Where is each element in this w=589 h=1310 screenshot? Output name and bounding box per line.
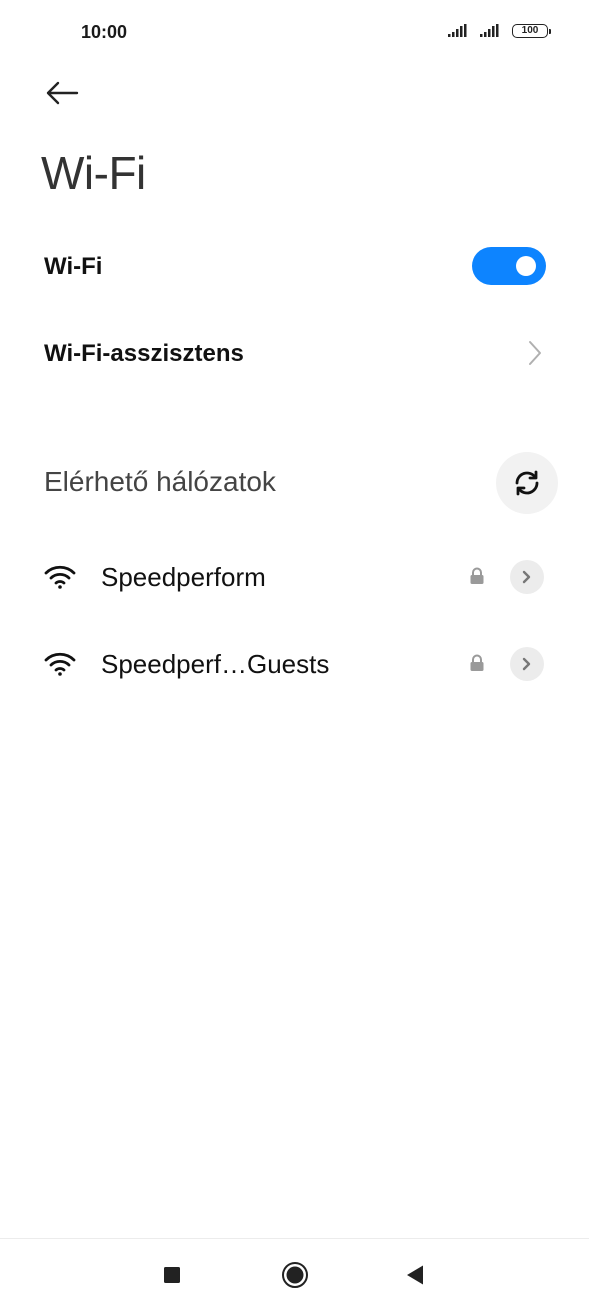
signal-icon — [448, 24, 467, 37]
status-bar: 10:00 100 — [0, 0, 589, 66]
navigation-bar — [0, 1238, 589, 1310]
recents-button[interactable] — [142, 1239, 202, 1310]
network-details-button[interactable] — [510, 647, 544, 681]
page-title: Wi-Fi — [41, 147, 146, 199]
network-row[interactable]: Speedperf…Guests — [0, 632, 589, 696]
refresh-icon — [515, 470, 539, 496]
lock-icon — [470, 654, 484, 671]
network-name: Speedperform — [101, 562, 266, 592]
wifi-toggle[interactable] — [472, 247, 546, 285]
battery-level: 100 — [512, 24, 548, 38]
home-button[interactable] — [265, 1239, 325, 1310]
toggle-knob — [516, 256, 536, 276]
status-icons: 100 — [448, 24, 551, 38]
chevron-right-icon — [522, 570, 531, 584]
chevron-right-icon — [522, 657, 531, 671]
home-circle-icon — [282, 1261, 308, 1288]
back-button[interactable] — [40, 74, 84, 112]
network-row[interactable]: Speedperform — [0, 545, 589, 609]
arrow-left-icon — [46, 81, 79, 105]
wifi-label: Wi-Fi — [44, 253, 103, 280]
back-nav-button[interactable] — [385, 1239, 445, 1310]
refresh-button[interactable] — [496, 452, 558, 514]
signal-icon — [480, 24, 499, 37]
network-name: Speedperf…Guests — [101, 649, 330, 679]
recents-square-icon — [164, 1266, 180, 1283]
status-time: 10:00 — [81, 22, 128, 42]
chevron-right-icon — [529, 341, 541, 365]
wifi-assistant-label: Wi-Fi-asszisztens — [44, 340, 244, 367]
wifi-icon — [44, 565, 76, 589]
lock-icon — [470, 567, 484, 584]
back-triangle-icon — [407, 1265, 423, 1284]
battery-icon: 100 — [512, 24, 551, 38]
available-networks-title: Elérhető hálózatok — [44, 466, 276, 497]
network-details-button[interactable] — [510, 560, 544, 594]
wifi-icon — [44, 652, 76, 676]
